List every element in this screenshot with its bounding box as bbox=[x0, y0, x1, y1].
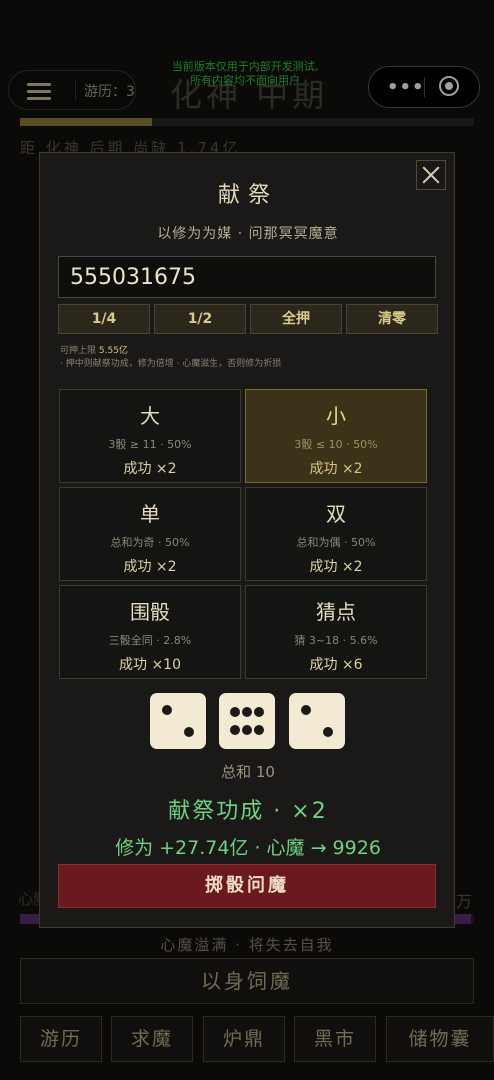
bet-option-name: 围骰 bbox=[130, 600, 170, 624]
die-pip bbox=[254, 707, 264, 717]
dialog-title: 献祭 bbox=[217, 183, 278, 208]
bet-limit-label: 可押上限 bbox=[60, 346, 97, 356]
die-icon bbox=[219, 693, 275, 749]
bet-option-name: 大 bbox=[140, 404, 160, 428]
die-pip bbox=[323, 727, 333, 737]
bet-option-triple[interactable]: 围骰 三骰全同 · 2.8% 成功 ×10 bbox=[59, 585, 241, 679]
bet-option-small[interactable]: 小 3骰 ≤ 10 · 50% 成功 ×2 bbox=[245, 389, 427, 483]
bet-option-desc: 总和为偶 · 50% bbox=[296, 536, 376, 549]
die-pip bbox=[184, 727, 194, 737]
die-pip bbox=[254, 725, 264, 735]
die-pip bbox=[230, 725, 240, 735]
die-pip bbox=[242, 707, 252, 717]
bet-option-multiplier: 成功 ×2 bbox=[123, 461, 177, 477]
bet-option-odd[interactable]: 单 总和为奇 · 50% 成功 ×2 bbox=[59, 487, 241, 581]
quarter-bet-button[interactable]: 1/4 bbox=[58, 304, 150, 334]
all-in-button[interactable]: 全押 bbox=[250, 304, 342, 334]
bet-option-desc: 3骰 ≤ 10 · 50% bbox=[294, 438, 378, 451]
bet-option-name: 单 bbox=[140, 502, 160, 526]
bet-option-name: 小 bbox=[326, 404, 346, 428]
bet-hint: · 押中则献祭功成，修为倍增 · 心魔滋生，否则修为折损 bbox=[60, 359, 282, 369]
roll-dice-button[interactable]: 掷骰问魔 bbox=[58, 864, 436, 908]
bet-limit-value: 5.55亿 bbox=[98, 346, 128, 356]
die-icon bbox=[289, 693, 345, 749]
die-pip bbox=[301, 705, 311, 715]
bet-option-multiplier: 成功 ×2 bbox=[309, 559, 363, 575]
bet-option-multiplier: 成功 ×10 bbox=[119, 657, 181, 673]
bet-amount-input[interactable] bbox=[58, 256, 436, 298]
die-pip bbox=[162, 705, 172, 715]
bet-option-desc: 3骰 ≥ 11 · 50% bbox=[108, 438, 192, 451]
result-text: 献祭功成 · ×2 bbox=[168, 799, 328, 824]
bet-option-desc: 总和为奇 · 50% bbox=[110, 536, 190, 549]
bet-option-big[interactable]: 大 3骰 ≥ 11 · 50% 成功 ×2 bbox=[59, 389, 241, 483]
sacrifice-dialog: 献祭 以修为为媒 · 问那冥冥魔意 1/4 1/2 全押 清零 可押上限 5.5… bbox=[39, 152, 455, 928]
bet-option-multiplier: 成功 ×2 bbox=[309, 461, 363, 477]
die-pip bbox=[242, 725, 252, 735]
bet-option-multiplier: 成功 ×6 bbox=[309, 657, 363, 673]
dice-total: 总和 10 bbox=[221, 763, 275, 781]
bet-option-guess-point[interactable]: 猜点 猜 3~18 · 5.6% 成功 ×6 bbox=[245, 585, 427, 679]
bet-option-name: 猜点 bbox=[316, 600, 356, 624]
bet-option-desc: 三骰全同 · 2.8% bbox=[108, 634, 192, 647]
bet-option-name: 双 bbox=[326, 502, 346, 526]
bet-option-desc: 猜 3~18 · 5.6% bbox=[294, 634, 378, 647]
dialog-subtitle: 以修为为媒 · 问那冥冥魔意 bbox=[157, 226, 339, 242]
die-icon bbox=[150, 693, 206, 749]
result-delta: 修为 +27.74亿 · 心魔 → 9926 bbox=[115, 837, 381, 859]
bet-option-multiplier: 成功 ×2 bbox=[123, 559, 177, 575]
clear-button[interactable]: 清零 bbox=[346, 304, 438, 334]
die-pip bbox=[230, 707, 240, 717]
quick-bet-row: 1/4 1/2 全押 清零 bbox=[58, 304, 438, 334]
half-bet-button[interactable]: 1/2 bbox=[154, 304, 246, 334]
bet-option-even[interactable]: 双 总和为偶 · 50% 成功 ×2 bbox=[245, 487, 427, 581]
bet-limit: 可押上限 5.55亿 bbox=[60, 343, 128, 356]
